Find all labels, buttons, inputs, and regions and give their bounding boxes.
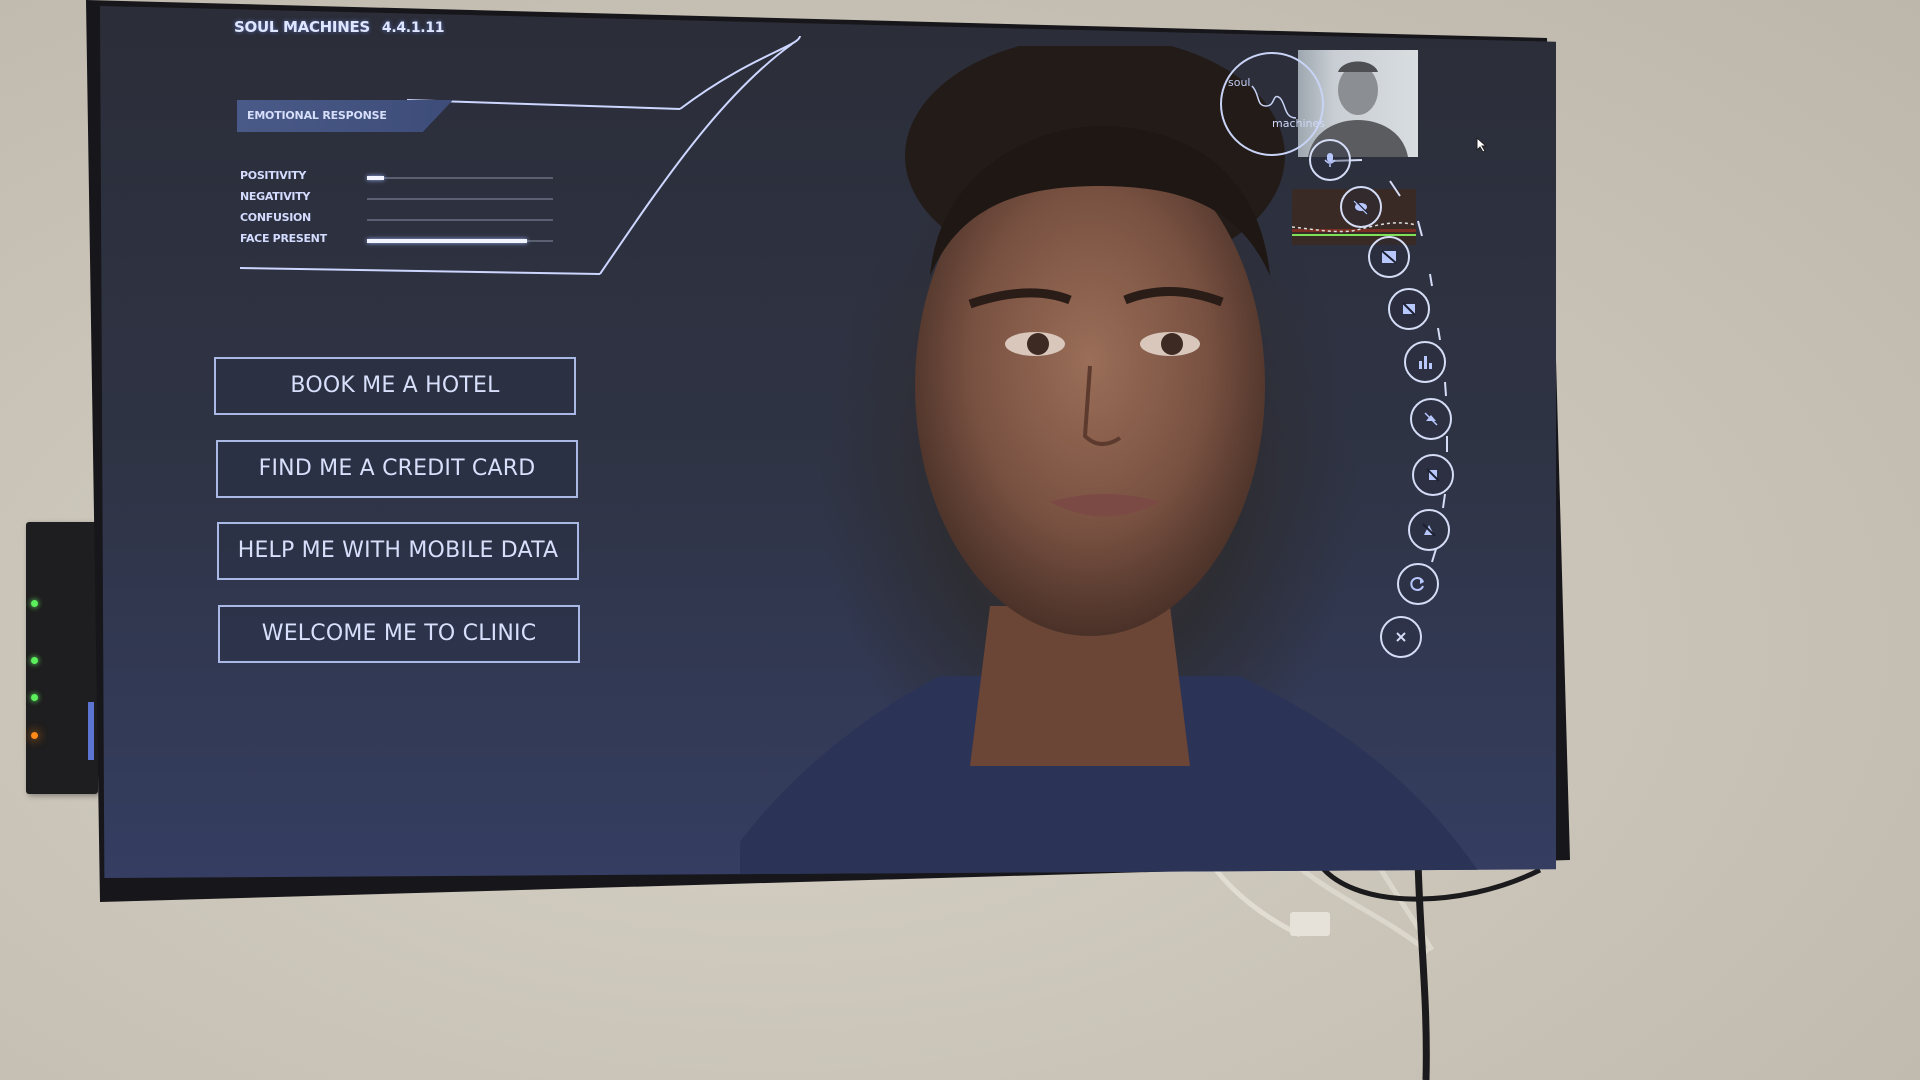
video-off-button[interactable] [1388, 288, 1430, 330]
brand-name: SOUL MACHINES [234, 18, 370, 36]
mouse-cursor [1476, 137, 1488, 153]
welcome-clinic-button[interactable]: WELCOME ME TO CLINIC [218, 605, 580, 663]
gaze-button[interactable] [1412, 454, 1454, 496]
camera-off-button[interactable] [1368, 236, 1410, 278]
metric-confusion-bar [367, 219, 553, 221]
metric-face-present-fill [367, 239, 527, 243]
microphone-button[interactable] [1309, 139, 1351, 181]
close-icon [1396, 632, 1406, 642]
attention-button[interactable] [1408, 509, 1450, 551]
logo-text-machines: machines [1272, 117, 1326, 130]
metric-positivity-bar [367, 176, 553, 180]
metric-face-present-bar [367, 239, 553, 243]
avatar-screen: SOUL MACHINES 4.4.1.11 EMOTIONAL RESPONSE… [100, 6, 1556, 878]
mute-audio-icon [1353, 199, 1369, 215]
video-off-icon [1402, 302, 1416, 316]
attention-off-icon [1422, 523, 1436, 537]
metric-negativity-bar [367, 198, 553, 200]
book-hotel-button[interactable]: BOOK ME A HOTEL [214, 357, 576, 415]
close-button[interactable] [1380, 616, 1422, 658]
logo-text-soul: soul [1228, 76, 1251, 89]
refresh-icon [1410, 577, 1424, 591]
app-title: SOUL MACHINES 4.4.1.11 [234, 18, 444, 36]
mobile-data-button[interactable]: HELP ME WITH MOBILE DATA [217, 522, 579, 580]
metric-positivity-label: POSITIVITY [240, 169, 307, 182]
metric-confusion-label: CONFUSION [240, 211, 311, 224]
metric-face-present-label: FACE PRESENT [240, 232, 327, 245]
face-tracking-off-icon [1424, 412, 1438, 426]
app-version: 4.4.1.11 [381, 20, 445, 36]
microphone-icon [1324, 153, 1336, 167]
emotional-response-header: EMOTIONAL RESPONSE [237, 100, 453, 132]
face-tracking-button[interactable] [1410, 398, 1452, 440]
refresh-button[interactable] [1397, 563, 1439, 605]
find-credit-card-button[interactable]: FIND ME A CREDIT CARD [216, 440, 578, 498]
camera-off-icon [1381, 250, 1397, 264]
soul-machines-logo: soul machines [1220, 52, 1326, 156]
mute-audio-button[interactable] [1340, 186, 1382, 228]
statistics-button[interactable] [1404, 341, 1446, 383]
metric-negativity-label: NEGATIVITY [240, 190, 311, 203]
gaze-off-icon [1426, 468, 1440, 482]
metric-positivity-fill [367, 176, 384, 180]
digital-human-avatar [740, 46, 1480, 878]
bar-chart-icon [1419, 356, 1432, 369]
emotional-response-title: EMOTIONAL RESPONSE [247, 109, 387, 122]
